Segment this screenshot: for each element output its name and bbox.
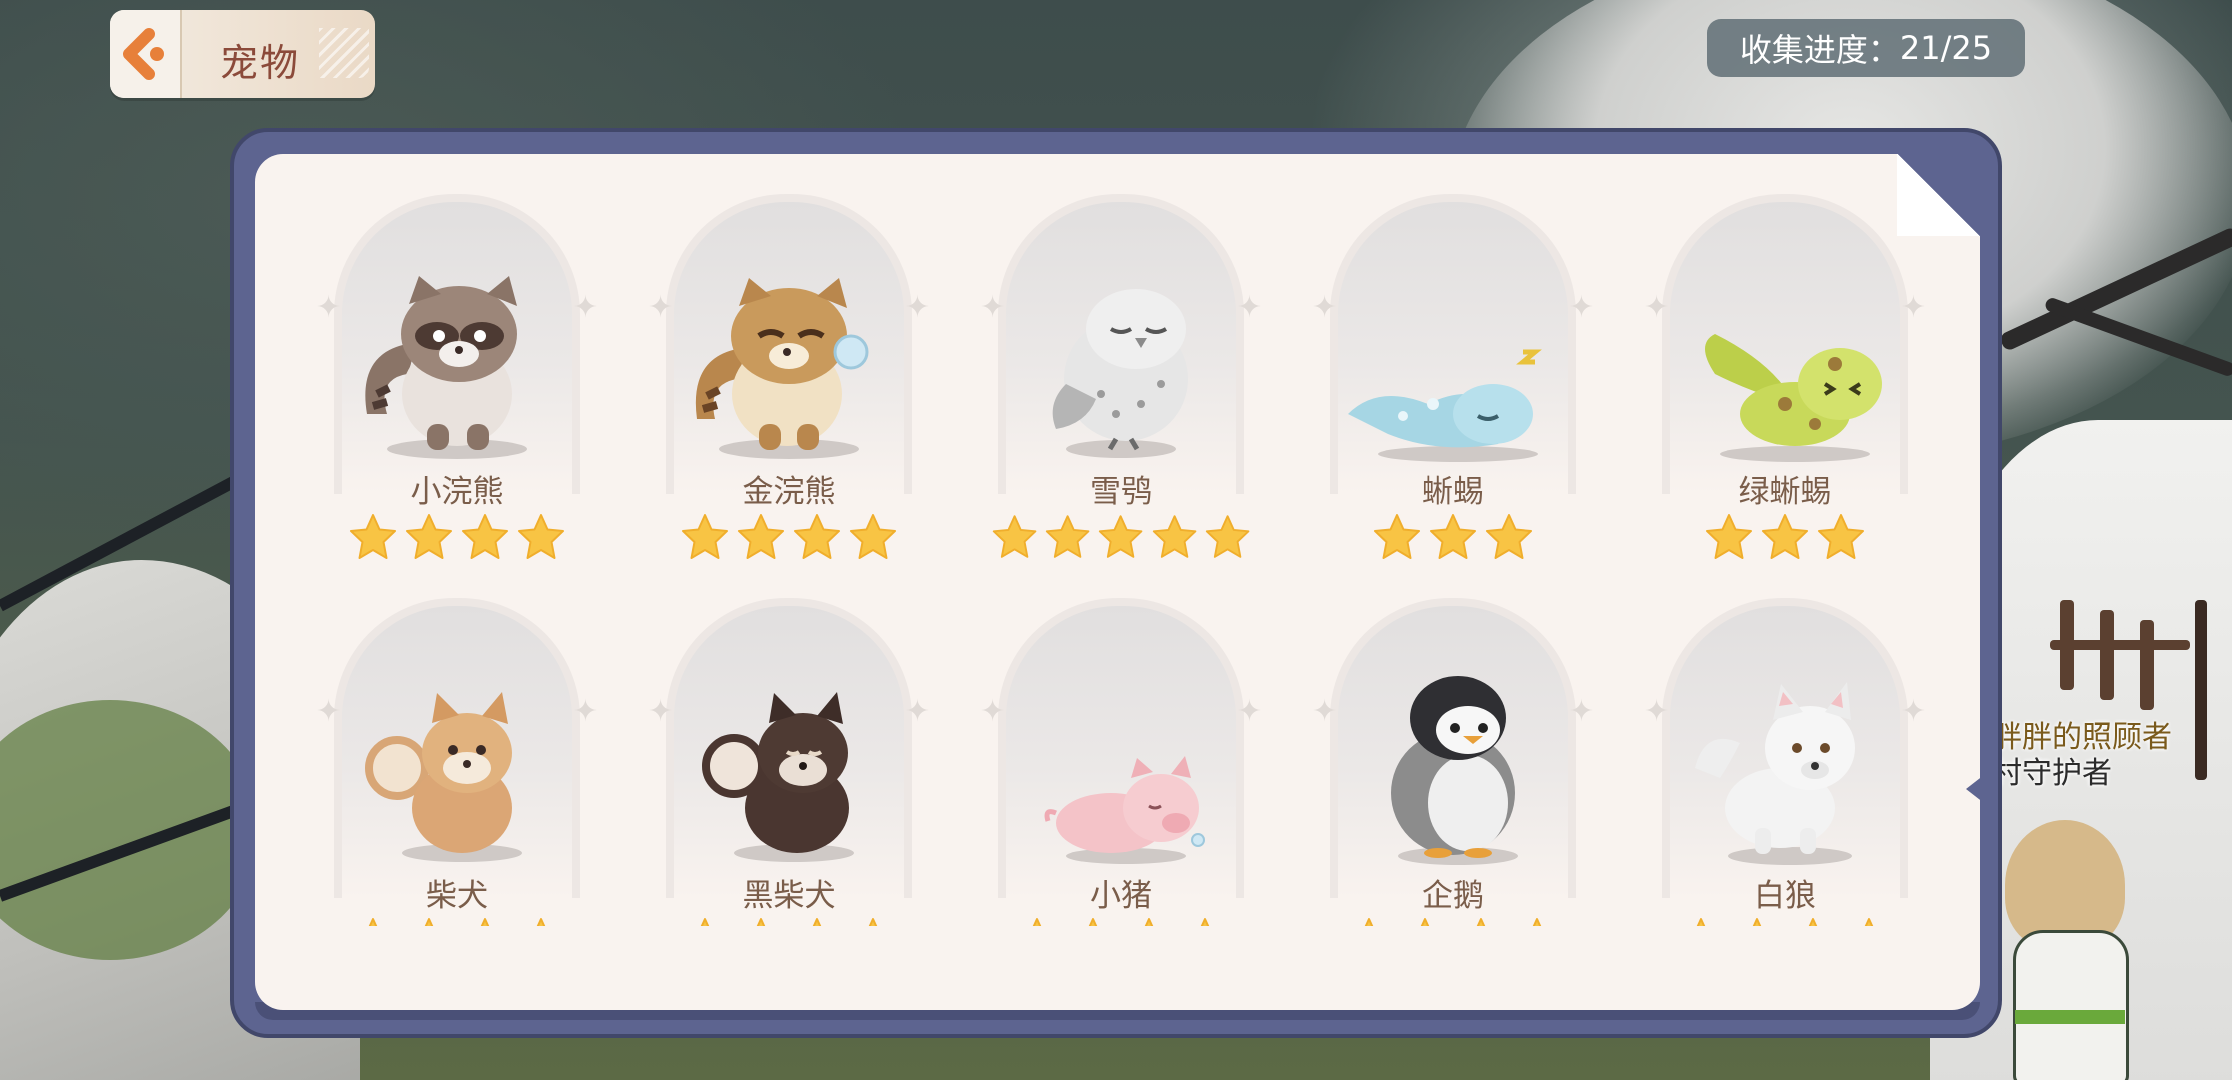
npc-nameplate: 胖胖的照顾者 村守护者: [1992, 720, 2172, 792]
pet-card-penguin[interactable]: 企鹅: [1312, 598, 1594, 928]
pet-card-piglet[interactable]: 小猪: [980, 598, 1262, 928]
progress-label: 收集进度：: [1739, 31, 1900, 69]
pet-card-raccoon[interactable]: 小浣熊: [316, 194, 598, 559]
star-icon: [1205, 515, 1250, 558]
star-icon: [1088, 918, 1098, 926]
piglet-icon: [1044, 756, 1205, 864]
fence-rail: [2050, 640, 2190, 650]
black-shiba-icon: [702, 692, 854, 862]
star-icon: [1762, 514, 1808, 559]
white-wolf-icon: [1695, 682, 1855, 865]
star-icon: [1696, 918, 1706, 926]
pet-name: 小猪: [1090, 878, 1152, 914]
star-icon: [1420, 918, 1430, 926]
star-icon: [1532, 918, 1542, 926]
star-icon: [1818, 514, 1864, 559]
star-icon: [1808, 918, 1818, 926]
pet-name: 雪鸮: [1090, 474, 1152, 510]
star-icon: [1099, 515, 1143, 558]
star-icon: [1046, 515, 1090, 558]
star-icon: [1430, 514, 1476, 559]
star-rating: [1654, 512, 1916, 562]
star-icon: [480, 918, 490, 926]
star-rating: [1322, 512, 1584, 562]
pet-grid: 小浣熊 金浣熊: [255, 154, 1980, 1010]
npc-title: 胖胖的照顾者: [1992, 720, 2172, 755]
star-rating: [658, 512, 920, 562]
star-icon: [1374, 514, 1420, 559]
star-icon: [868, 918, 878, 926]
star-icon: [850, 514, 896, 559]
star-icon: [1200, 918, 1210, 926]
star-icon: [812, 918, 822, 926]
star-icon: [1032, 918, 1042, 926]
star-icon: [518, 514, 564, 559]
star-icon: [756, 918, 766, 926]
telescope-stand: [2195, 600, 2207, 780]
fence-post: [2100, 610, 2114, 700]
back-button[interactable]: [110, 10, 182, 98]
star-icon: [700, 918, 710, 926]
pet-name: 绿蜥蜴: [1738, 474, 1832, 510]
star-icon: [1364, 918, 1374, 926]
star-icon: [992, 515, 1037, 558]
back-tab: 宠物: [110, 10, 375, 98]
pet-card-lizard[interactable]: 蜥蜴: [1312, 194, 1594, 559]
star-rating: [1322, 916, 1584, 926]
pet-name: 小浣熊: [410, 474, 504, 510]
penguin-icon: [1391, 676, 1518, 865]
player-character: [1995, 820, 2135, 1080]
npc-name: 村守护者: [1992, 756, 2112, 791]
chevron-left-icon: [123, 28, 164, 80]
star-rating: [658, 916, 920, 926]
pet-card-white-wolf[interactable]: 白狼: [1644, 598, 1926, 928]
star-rating: [990, 512, 1252, 562]
pet-name: 柴犬: [426, 878, 488, 914]
star-icon: [350, 514, 396, 559]
star-icon: [462, 514, 508, 559]
star-icon: [794, 514, 840, 559]
star-icon: [368, 918, 378, 926]
pet-card-shiba[interactable]: 柴犬: [316, 598, 598, 928]
pet-name: 企鹅: [1422, 878, 1484, 914]
star-icon: [1152, 515, 1196, 558]
star-rating: [326, 916, 588, 926]
snowy-owl-icon: [1052, 289, 1188, 458]
star-icon: [406, 514, 452, 559]
star-icon: [536, 918, 546, 926]
page-title: 宠物: [220, 41, 301, 85]
star-icon: [738, 514, 784, 559]
star-icon: [1476, 918, 1486, 926]
raccoon-icon: [365, 276, 527, 459]
star-rating: [990, 916, 1252, 926]
star-icon: [1864, 918, 1874, 926]
star-rating: [1654, 916, 1916, 926]
collection-progress: 收集进度： 21/25: [1707, 19, 2025, 77]
star-rating: [326, 512, 588, 562]
fence-post: [2140, 620, 2154, 710]
pet-card-green-lizard[interactable]: 绿蜥蜴: [1644, 194, 1926, 559]
star-icon: [1752, 918, 1762, 926]
star-icon: [1706, 514, 1752, 559]
pet-card-golden-raccoon[interactable]: 金浣熊: [648, 194, 930, 559]
pet-name: 蜥蜴: [1422, 474, 1484, 510]
star-icon: [682, 514, 728, 559]
star-icon: [1144, 918, 1154, 926]
star-icon: [424, 918, 434, 926]
pet-card-snowy-owl[interactable]: 雪鸮: [980, 194, 1262, 558]
pet-name: 白狼: [1754, 878, 1816, 914]
pet-name: 金浣熊: [742, 474, 836, 510]
star-icon: [1486, 514, 1532, 559]
green-lizard-icon: [1705, 334, 1882, 462]
pet-card-black-shiba[interactable]: 黑柴犬: [648, 598, 930, 928]
golden-raccoon-icon: [695, 278, 869, 459]
lizard-icon: [1348, 349, 1542, 462]
progress-value: 21/25: [1899, 29, 1993, 67]
shiba-icon: [365, 692, 522, 862]
pet-name: 黑柴犬: [742, 878, 836, 914]
